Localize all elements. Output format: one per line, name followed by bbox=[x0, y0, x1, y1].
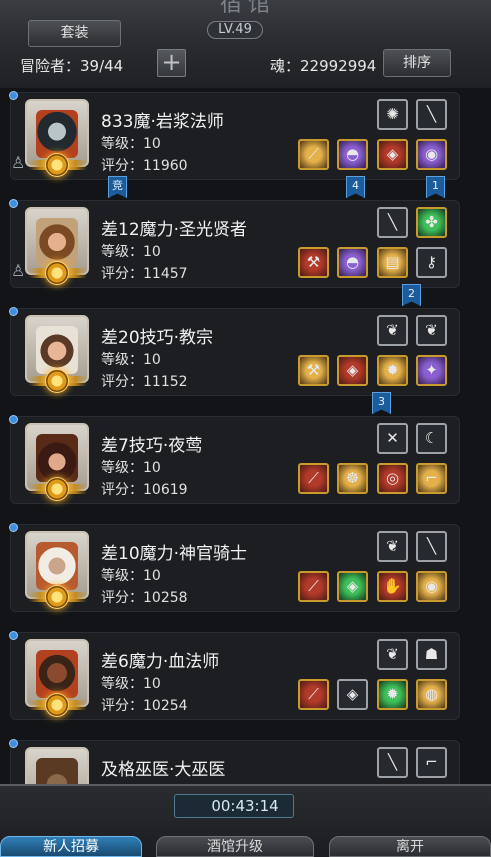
staff-icon[interactable]: ⟋ bbox=[298, 139, 329, 170]
wand-icon[interactable]: ╲ bbox=[416, 531, 447, 562]
page-title: 宿馆 bbox=[219, 0, 276, 17]
feather-icon[interactable]: ❦ bbox=[377, 315, 408, 346]
coin-icon[interactable]: ◍ bbox=[416, 679, 447, 710]
flag-marker: 1 bbox=[426, 176, 445, 198]
armor-icon[interactable]: ◈ bbox=[337, 571, 368, 602]
add-adventurer-button[interactable]: + bbox=[157, 49, 186, 77]
wand-icon[interactable]: ╲ bbox=[416, 99, 447, 130]
flag-marker: 3 bbox=[372, 392, 391, 414]
feather-icon[interactable]: ❦ bbox=[377, 639, 408, 670]
ring-icon[interactable]: ◉ bbox=[416, 571, 447, 602]
character-card[interactable]: ♙ 差12魔力·圣光贤者 等级：10 评分：11457 ╲ ✤ ⚒ ◓ ▤ ⚷ bbox=[9, 199, 460, 288]
suit-button[interactable]: 套装 bbox=[28, 20, 121, 47]
status-dot bbox=[9, 307, 18, 316]
character-card[interactable]: 差20技巧·教宗 等级：10 评分：11152 ❦ ❦ ⚒ ◈ ✹ ✦ bbox=[9, 307, 460, 396]
character-list[interactable]: ♙ 833魔·岩浆法师 等级：10 评分：11960 ✺ ╲ ⟋ ◓ ◈ ◉ 竞… bbox=[0, 88, 491, 784]
gem-icon[interactable]: ✹ bbox=[377, 355, 408, 386]
status-dot bbox=[9, 199, 18, 208]
key-icon[interactable]: ⚷ bbox=[416, 247, 447, 278]
claw-icon[interactable]: ☾ bbox=[416, 423, 447, 454]
tab-leave[interactable]: 离开 bbox=[329, 836, 491, 857]
scroll-icon[interactable]: ▤ bbox=[377, 247, 408, 278]
amulet-icon[interactable]: ◎ bbox=[377, 463, 408, 494]
character-name: 差12魔力·圣光贤者 bbox=[101, 220, 248, 240]
boots-icon[interactable]: ⌐ bbox=[416, 463, 447, 494]
ring-icon[interactable]: ◉ bbox=[416, 139, 447, 170]
soul-amount: 魂：22992994 bbox=[270, 57, 377, 75]
character-card[interactable]: ♙ 833魔·岩浆法师 等级：10 评分：11960 ✺ ╲ ⟋ ◓ ◈ ◉ bbox=[9, 91, 460, 180]
mask-icon[interactable]: ☗ bbox=[416, 639, 447, 670]
gem-icon[interactable]: ✹ bbox=[377, 679, 408, 710]
sword-icon[interactable]: ╲ bbox=[377, 207, 408, 238]
status-dot bbox=[9, 415, 18, 424]
hammer-icon[interactable]: ⚒ bbox=[298, 247, 329, 278]
character-name: 差20技巧·教宗 bbox=[101, 328, 214, 348]
character-score: 评分：10619 bbox=[101, 482, 188, 498]
character-level: 等级：10 bbox=[101, 568, 161, 584]
armor-icon[interactable]: ◈ bbox=[337, 355, 368, 386]
character-level: 等级：10 bbox=[101, 460, 161, 476]
character-name: 差6魔力·血法师 bbox=[101, 652, 220, 672]
dagger-icon[interactable]: ⟋ bbox=[298, 463, 329, 494]
flag-marker: 2 bbox=[402, 284, 421, 306]
character-score: 评分：10258 bbox=[101, 590, 188, 606]
character-level: 等级：10 bbox=[101, 676, 161, 692]
feather-icon[interactable]: ❦ bbox=[377, 531, 408, 562]
character-card[interactable]: 及格巫医·大巫医 ╲ ⌐ bbox=[9, 739, 460, 784]
figure-icon: ♙ bbox=[11, 153, 26, 172]
character-score: 评分：11960 bbox=[101, 158, 188, 174]
mask-icon[interactable]: ☸ bbox=[337, 463, 368, 494]
character-score: 评分：10254 bbox=[101, 698, 188, 714]
avatar bbox=[25, 747, 89, 784]
medal-icon bbox=[45, 153, 69, 177]
rune-icon[interactable]: ✕ bbox=[377, 423, 408, 454]
character-level: 等级：10 bbox=[101, 244, 161, 260]
character-card[interactable]: 差6魔力·血法师 等级：10 评分：10254 ❦ ☗ ⟋ ◈ ✹ ◍ bbox=[9, 631, 460, 720]
character-name: 及格巫医·大巫医 bbox=[101, 760, 226, 780]
character-level: 等级：10 bbox=[101, 352, 161, 368]
orb-icon[interactable]: ✺ bbox=[377, 99, 408, 130]
hammer-icon[interactable]: ⚒ bbox=[298, 355, 329, 386]
boot-icon[interactable]: ⌐ bbox=[416, 747, 447, 778]
flag-marker: 4 bbox=[346, 176, 365, 198]
character-name: 833魔·岩浆法师 bbox=[101, 112, 224, 132]
tab-recruit[interactable]: 新人招募 bbox=[0, 836, 142, 857]
status-dot bbox=[9, 523, 18, 532]
adventurer-count: 冒险者：39/44 bbox=[20, 57, 124, 75]
medal-icon bbox=[45, 261, 69, 285]
sort-button[interactable]: 排序 bbox=[383, 49, 451, 77]
level-badge: LV.49 bbox=[207, 21, 263, 39]
spear-icon[interactable]: ⟋ bbox=[298, 571, 329, 602]
armor-icon[interactable]: ◈ bbox=[377, 139, 408, 170]
feather-icon[interactable]: ❦ bbox=[416, 315, 447, 346]
shard-icon[interactable]: ✦ bbox=[416, 355, 447, 386]
status-dot bbox=[9, 739, 18, 748]
status-dot bbox=[9, 631, 18, 640]
character-score: 评分：11457 bbox=[101, 266, 188, 282]
refresh-timer: 00:43:14 bbox=[174, 794, 294, 818]
charm-icon[interactable]: ✤ bbox=[416, 207, 447, 238]
status-dot bbox=[9, 91, 18, 100]
character-name: 差7技巧·夜莺 bbox=[101, 436, 203, 456]
helmet-icon[interactable]: ◓ bbox=[337, 139, 368, 170]
character-card[interactable]: 差10魔力·神官骑士 等级：10 评分：10258 ❦ ╲ ⟋ ◈ ✋ ◉ bbox=[9, 523, 460, 612]
helmet-icon[interactable]: ◓ bbox=[337, 247, 368, 278]
medal-icon bbox=[45, 369, 69, 393]
tab-upgrade[interactable]: 酒馆升级 bbox=[156, 836, 314, 857]
character-card[interactable]: 差7技巧·夜莺 等级：10 评分：10619 ✕ ☾ ⟋ ☸ ◎ ⌐ bbox=[9, 415, 460, 504]
character-level: 等级：10 bbox=[101, 136, 161, 152]
figure-icon: ♙ bbox=[11, 261, 26, 280]
armor-icon[interactable]: ◈ bbox=[337, 679, 368, 710]
glove-icon[interactable]: ✋ bbox=[377, 571, 408, 602]
staff-icon[interactable]: ⟋ bbox=[298, 679, 329, 710]
medal-icon bbox=[45, 693, 69, 717]
character-name: 差10魔力·神官骑士 bbox=[101, 544, 248, 564]
character-score: 评分：11152 bbox=[101, 374, 188, 390]
sword-icon[interactable]: ╲ bbox=[377, 747, 408, 778]
medal-icon bbox=[45, 585, 69, 609]
medal-icon bbox=[45, 477, 69, 501]
flag-marker: 竞 bbox=[108, 176, 127, 198]
